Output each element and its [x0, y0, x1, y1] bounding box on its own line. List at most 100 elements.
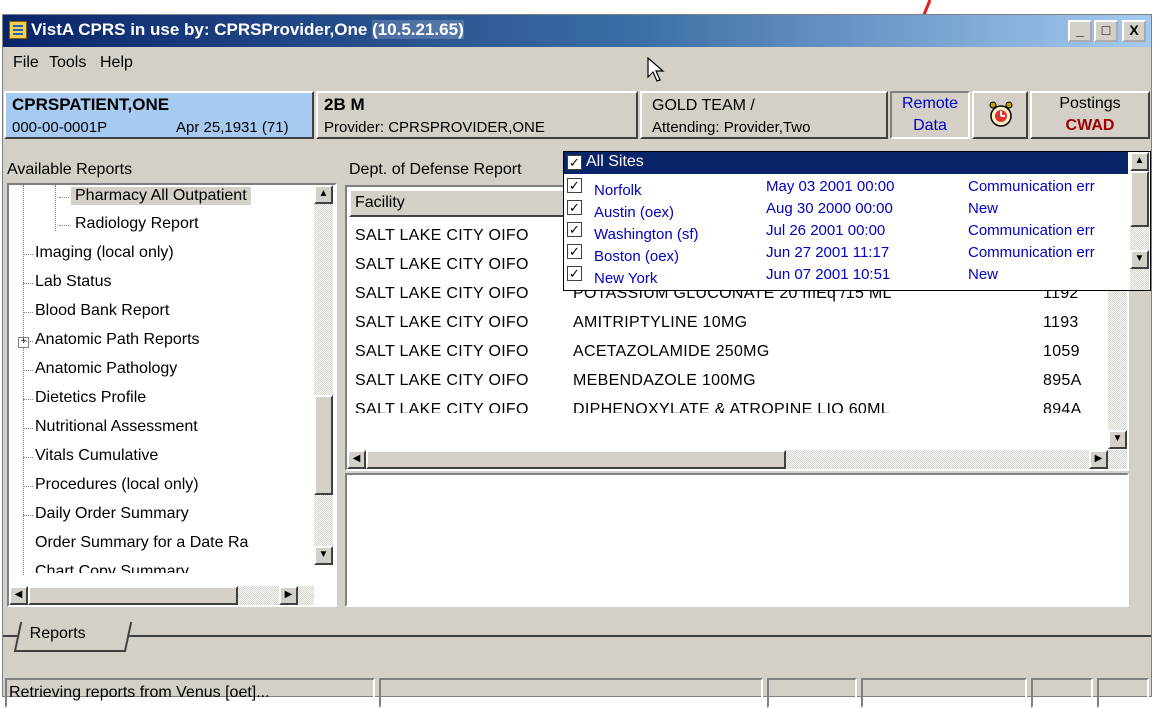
- sites-scroll-down-button[interactable]: ▼: [1130, 250, 1149, 269]
- tree-item-order-summary-date-range[interactable]: Order Summary for a Date Ra: [35, 534, 305, 552]
- site-date: Jul 26 2001 00:00: [766, 222, 886, 239]
- primary-care-team-button[interactable]: GOLD TEAM / Attending: Provider,Two: [640, 91, 888, 139]
- site-checkbox-boston[interactable]: ✓: [567, 244, 582, 259]
- facility-column-header[interactable]: Facility: [349, 189, 569, 217]
- site-date: Jun 27 2001 11:17: [766, 244, 890, 261]
- patient-ssn: 000-00-0001P: [12, 119, 108, 136]
- tab-reports-label: Reports: [29, 625, 86, 642]
- site-status: Communication err: [968, 244, 1095, 261]
- tree-item-radiology-report[interactable]: Radiology Report: [59, 215, 203, 233]
- tree-vertical-scrollbar[interactable]: ▲ ▼: [314, 185, 333, 565]
- patient-name: CPRSPATIENT,ONE: [12, 95, 170, 114]
- tree-item-imaging[interactable]: Imaging (local only): [23, 244, 174, 262]
- sites-scroll-up-button[interactable]: ▲: [1130, 152, 1149, 171]
- tree-item-chart-copy-summary[interactable]: Chart Copy Summary: [35, 563, 189, 573]
- site-checkbox-norfolk[interactable]: ✓: [567, 178, 582, 193]
- attending-provider: Attending: Provider,Two: [652, 119, 811, 136]
- grid-scroll-right-button[interactable]: ▶: [1089, 450, 1108, 469]
- menu-tools[interactable]: Tools: [49, 54, 86, 72]
- row-facility: SALT LAKE CITY OIFO: [355, 285, 529, 302]
- grid-row-2[interactable]: SALT LAKE CITY OIFO: [355, 256, 529, 274]
- reports-tree-view[interactable]: Pharmacy All Outpatient Radiology Report…: [7, 183, 337, 607]
- maximize-button[interactable]: □: [1094, 20, 1118, 42]
- postings-button[interactable]: Postings CWAD: [1030, 91, 1150, 139]
- ward-location: 2B M: [324, 95, 365, 114]
- cprs-window: VistA CPRS in use by: CPRSProvider,One (…: [2, 14, 1152, 708]
- menu-file[interactable]: File: [13, 54, 39, 72]
- tree-scroll-left-button[interactable]: ◀: [9, 586, 28, 605]
- status-panel-5: [1031, 678, 1093, 708]
- row-number: 894A: [1043, 401, 1082, 413]
- encounter-location-button[interactable]: 2B M Provider: CPRSPROVIDER,ONE: [316, 91, 638, 139]
- site-checkbox-washington[interactable]: ✓: [567, 222, 582, 237]
- tree-scroll-thumb[interactable]: [314, 395, 333, 495]
- reminders-button[interactable]: [972, 91, 1028, 139]
- grid-row-5[interactable]: SALT LAKE CITY OIFO ACETAZOLAMIDE 250MG …: [355, 343, 1079, 361]
- tree-item-anatomic-path-reports[interactable]: Anatomic Path Reports: [23, 331, 200, 349]
- row-drug: DIPHENOXYLATE & ATROPINE LIQ 60ML: [573, 401, 890, 413]
- remote-data-label-2: Data: [913, 117, 947, 134]
- remote-data-label-1: Remote: [901, 95, 959, 112]
- tree-item-vitals-cumulative[interactable]: Vitals Cumulative: [22, 447, 158, 465]
- grid-scroll-left-button[interactable]: ◀: [347, 450, 366, 469]
- close-button[interactable]: X: [1122, 20, 1146, 42]
- tree-item-daily-order-summary[interactable]: Daily Order Summary: [23, 505, 189, 523]
- tree-root-line: [23, 185, 24, 575]
- all-sites-checkbox[interactable]: ✓: [567, 155, 582, 170]
- report-text-area[interactable]: [345, 473, 1129, 607]
- sites-scroll-thumb[interactable]: [1130, 171, 1149, 227]
- grid-row-1[interactable]: SALT LAKE CITY OIFO: [355, 227, 529, 245]
- remote-data-button[interactable]: Remote Data: [890, 91, 970, 139]
- team-name: GOLD TEAM /: [652, 97, 755, 114]
- tree-item-procedures[interactable]: Procedures (local only): [23, 476, 199, 494]
- menu-bar: File Tools Help: [3, 49, 1151, 77]
- tree-horizontal-scrollbar[interactable]: ◀ ▶: [9, 586, 314, 605]
- site-checkbox-austin[interactable]: ✓: [567, 200, 582, 215]
- alarm-clock-icon: [989, 101, 1013, 127]
- tree-item-pharmacy-all-outpatient[interactable]: Pharmacy All Outpatient: [59, 187, 251, 205]
- vista-app-icon: [9, 21, 27, 39]
- site-date: Aug 30 2000 00:00: [766, 200, 893, 217]
- grid-row-7[interactable]: SALT LAKE CITY OIFO DIPHENOXYLATE & ATRO…: [355, 401, 1095, 413]
- site-checkbox-new-york[interactable]: ✓: [567, 266, 582, 281]
- tree-expand-icon[interactable]: +: [18, 337, 29, 348]
- tree-scroll-up-button[interactable]: ▲: [314, 185, 333, 204]
- tree-item-anatomic-pathology[interactable]: Anatomic Pathology: [22, 360, 177, 378]
- available-reports-title: Available Reports: [7, 161, 133, 178]
- all-sites-row[interactable]: ✓ All Sites: [564, 152, 1128, 174]
- row-facility: SALT LAKE CITY OIFO: [355, 401, 529, 413]
- remote-sites-dropdown[interactable]: ✓ All Sites ✓ Norfolk May 03 2001 00:00 …: [563, 151, 1151, 291]
- grid-hscroll-thumb[interactable]: [366, 450, 786, 469]
- grid-row-4[interactable]: SALT LAKE CITY OIFO AMITRIPTYLINE 10MG 1…: [355, 314, 1078, 332]
- all-sites-label: All Sites: [586, 153, 644, 170]
- menu-help[interactable]: Help: [100, 54, 133, 72]
- tree-item-lab-status[interactable]: Lab Status: [23, 273, 112, 291]
- tree-item-blood-bank[interactable]: Blood Bank Report: [22, 302, 169, 320]
- row-facility: SALT LAKE CITY OIFO: [355, 256, 529, 273]
- window-version: (10.5.21.65): [372, 20, 464, 39]
- tree-item-nutritional-assessment[interactable]: Nutritional Assessment: [23, 418, 198, 436]
- sites-vertical-scrollbar[interactable]: ▲ ▼: [1130, 152, 1149, 290]
- mouse-pointer-icon: [647, 57, 665, 82]
- grid-scroll-down-button[interactable]: ▼: [1108, 430, 1127, 449]
- grid-row-3[interactable]: SALT LAKE CITY OIFO POTASSIUM GLUCONATE …: [355, 285, 1078, 303]
- site-row-new-york[interactable]: ✓ New York Jun 07 2001 10:51 New: [564, 264, 1128, 290]
- site-name: Austin (oex): [594, 204, 675, 221]
- row-drug: MEBENDAZOLE 100MG: [573, 372, 756, 389]
- tree-item-dietetics-profile[interactable]: Dietetics Profile: [22, 389, 146, 407]
- minimize-button[interactable]: _: [1068, 20, 1092, 42]
- grid-row-6[interactable]: SALT LAKE CITY OIFO MEBENDAZOLE 100MG 89…: [355, 372, 1081, 390]
- tab-reports[interactable]: Reports: [13, 622, 133, 652]
- tree-scroll-down-button[interactable]: ▼: [314, 546, 333, 565]
- site-name: Washington (sf): [594, 226, 699, 243]
- postings-flags: CWAD: [1065, 117, 1115, 134]
- site-status: Communication err: [968, 178, 1095, 195]
- row-facility: SALT LAKE CITY OIFO: [355, 227, 529, 244]
- title-bar[interactable]: VistA CPRS in use by: CPRSProvider,One (…: [3, 15, 1151, 47]
- grid-horizontal-scrollbar[interactable]: ◀ ▶: [347, 450, 1127, 469]
- facility-column-label: Facility: [355, 194, 405, 211]
- row-drug: ACETAZOLAMIDE 250MG: [573, 343, 770, 360]
- tree-scroll-right-button[interactable]: ▶: [279, 586, 298, 605]
- tree-hscroll-thumb[interactable]: [28, 586, 238, 605]
- patient-info-button[interactable]: CPRSPATIENT,ONE 000-00-0001P Apr 25,1931…: [4, 91, 314, 139]
